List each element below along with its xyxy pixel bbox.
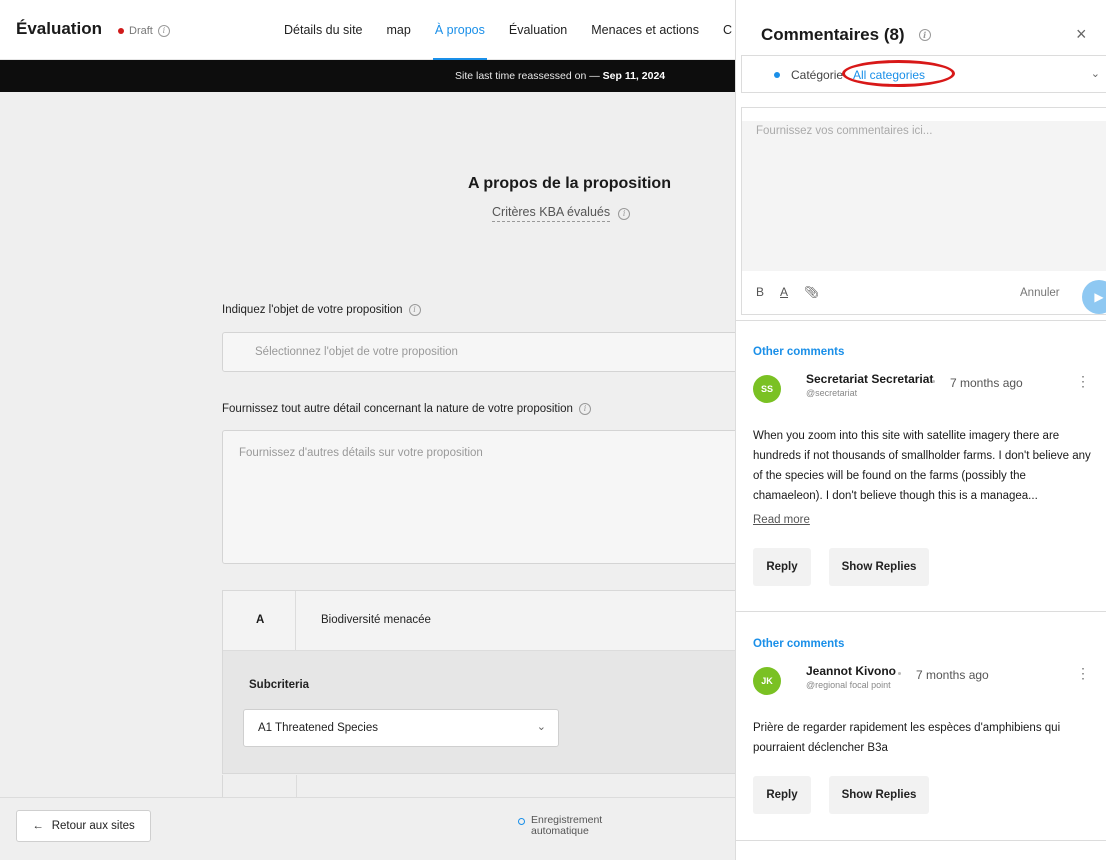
tab-evaluation[interactable]: Évaluation <box>497 0 579 60</box>
divider <box>736 840 1106 841</box>
comments-panel: Commentaires (8) i × Catégorie All categ… <box>735 0 1106 860</box>
send-icon: ▶ <box>1094 290 1104 304</box>
more-options-icon[interactable]: ⋮ <box>1076 665 1090 682</box>
banner-dash: — <box>589 70 600 82</box>
info-icon[interactable]: i <box>618 207 631 220</box>
criterion-header[interactable]: A Biodiversité menacée <box>223 591 735 651</box>
reply-button[interactable]: Reply <box>753 776 811 814</box>
show-replies-button[interactable]: Show Replies <box>829 776 929 814</box>
autosave-line2: automatique <box>531 825 589 837</box>
proposal-title: A propos de la proposition <box>468 175 671 192</box>
close-icon[interactable]: × <box>1076 24 1087 45</box>
comment-handle: @regional focal point <box>806 680 891 690</box>
object-label: Indiquez l'objet de votre proposition i <box>222 304 421 316</box>
back-label: Retour aux sites <box>51 820 135 832</box>
comment-handle: @secretariat <box>806 388 858 398</box>
top-bar: Évaluation Draft i Détails du site map À… <box>0 0 735 60</box>
comment-composer: Fournissez vos commentaires ici... B A 📎… <box>741 107 1106 315</box>
comments-title: Commentaires (8) i <box>761 25 931 45</box>
comment-text: When you zoom into this site with satell… <box>753 430 1091 502</box>
tab-about[interactable]: À propos <box>423 0 497 60</box>
subcriteria-value: A1 Threatened Species <box>258 722 378 734</box>
category-filter[interactable]: Catégorie All categories ⌄ <box>741 55 1106 93</box>
paperclip-icon[interactable]: 📎︎ <box>804 285 819 299</box>
tab-map[interactable]: map <box>375 0 423 60</box>
draft-dot-icon <box>118 28 124 34</box>
category-dot-icon <box>774 72 780 78</box>
tab-site-details[interactable]: Détails du site <box>272 0 375 60</box>
comment-text: Prière de regarder rapidement les espèce… <box>753 722 1061 754</box>
separator-dot <box>932 380 935 383</box>
chevron-down-icon: ⌄ <box>536 721 546 733</box>
avatar: SS <box>753 375 781 403</box>
info-icon[interactable]: i <box>918 29 931 41</box>
comments-title-text: Commentaires (8) <box>761 25 905 44</box>
comment-section-label: Other comments <box>753 346 845 358</box>
object-select[interactable]: Sélectionnez l'objet de votre propositio… <box>222 332 735 372</box>
footer-bar: ← Retour aux sites Enregistrement automa… <box>0 797 735 860</box>
category-label: Catégorie <box>791 68 844 82</box>
criteria-link-label[interactable]: Critères KBA évalués <box>492 205 611 222</box>
banner-date: Sep 11, 2024 <box>602 70 666 82</box>
criterion-panel: A Biodiversité menacée Subcriteria A1 Th… <box>222 590 735 774</box>
annotation-highlight-circle <box>842 60 955 87</box>
info-icon[interactable]: i <box>578 403 591 415</box>
comment-author: Secretariat Secretariat <box>806 372 934 386</box>
comment-section-label: Other comments <box>753 638 845 650</box>
show-replies-button[interactable]: Show Replies <box>829 548 929 586</box>
criterion-letter: A <box>223 591 296 651</box>
nav-tabs: Détails du site map À propos Évaluation … <box>272 0 735 60</box>
chevron-down-icon: ⌄ <box>1090 68 1100 80</box>
cancel-button[interactable]: Annuler <box>1020 287 1060 299</box>
banner-text: Site last time reassessed on <box>455 70 587 82</box>
status-badge: Draft i <box>118 25 170 37</box>
comment-input[interactable]: Fournissez vos commentaires ici... <box>742 121 1106 271</box>
divider <box>736 611 1106 612</box>
back-to-sites-button[interactable]: ← Retour aux sites <box>16 810 151 842</box>
reassessed-banner: Site last time reassessed on — Sep 11, 2… <box>0 60 735 92</box>
autosave-status: Enregistrement automatique <box>518 815 602 837</box>
details-label: Fournissez tout autre détail concernant … <box>222 403 591 415</box>
comment-card: Other comments JK Jeannot Kivono @region… <box>736 638 1106 838</box>
details-textarea[interactable]: Fournissez d'autres détails sur votre pr… <box>222 430 735 564</box>
more-options-icon[interactable]: ⋮ <box>1076 373 1090 390</box>
criteria-link[interactable]: Critères KBA évalués i <box>492 205 631 222</box>
info-icon[interactable]: i <box>157 25 170 37</box>
formatting-toolbar: B A 📎︎ <box>756 285 819 299</box>
read-more-link[interactable]: Read more <box>753 514 810 526</box>
subcriteria-select[interactable]: A1 Threatened Species ⌄ <box>243 709 559 747</box>
comment-time: 7 months ago <box>916 668 989 682</box>
arrow-left-icon: ← <box>32 820 44 832</box>
object-label-text: Indiquez l'objet de votre proposition <box>222 304 403 316</box>
autosave-icon <box>518 818 525 825</box>
separator-dot <box>898 672 901 675</box>
tab-truncated[interactable]: C <box>711 0 735 60</box>
info-icon[interactable]: i <box>408 304 421 316</box>
avatar: JK <box>753 667 781 695</box>
send-button[interactable]: ▶ <box>1082 280 1106 314</box>
page-title: Évaluation <box>16 19 102 38</box>
tab-threats-actions[interactable]: Menaces et actions <box>579 0 711 60</box>
status-label: Draft <box>129 25 153 37</box>
divider <box>736 320 1106 321</box>
subcriteria-label: Subcriteria <box>249 679 310 691</box>
reply-button[interactable]: Reply <box>753 548 811 586</box>
comment-author: Jeannot Kivono <box>806 664 897 678</box>
criterion-name: Biodiversité menacée <box>321 614 431 626</box>
comment-time: 7 months ago <box>950 376 1023 390</box>
details-label-text: Fournissez tout autre détail concernant … <box>222 403 573 415</box>
main-area: Évaluation Draft i Détails du site map À… <box>0 0 735 860</box>
text-color-button[interactable]: A <box>780 285 788 299</box>
comment-card: Other comments SS Secretariat Secretaria… <box>736 346 1106 606</box>
bold-button[interactable]: B <box>756 285 764 299</box>
